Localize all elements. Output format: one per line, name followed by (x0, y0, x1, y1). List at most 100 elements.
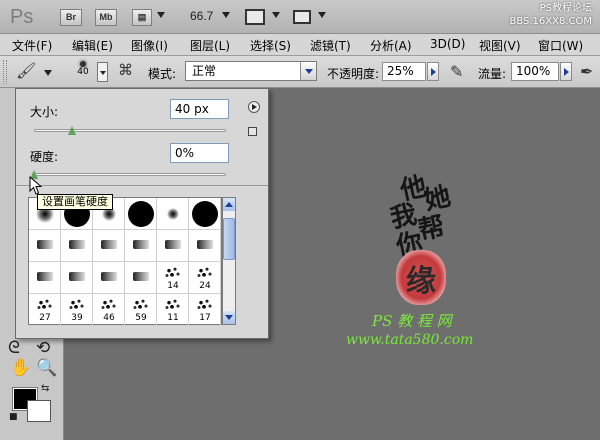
chevron-down-icon[interactable] (222, 12, 230, 18)
mode-select[interactable]: 正常 (185, 61, 317, 81)
brush-preset-cell[interactable] (61, 230, 93, 262)
lasso-tool-icon[interactable]: ᘓ (8, 338, 20, 358)
hardness-field[interactable]: 0% (170, 143, 229, 163)
brush-preset-cell[interactable]: 11 (157, 294, 189, 326)
brush-preset-cell[interactable]: 24 (189, 262, 221, 294)
opacity-slider-button[interactable] (427, 62, 439, 81)
scroll-thumb[interactable] (223, 218, 235, 260)
brush-preset-cell[interactable]: 14 (157, 262, 189, 294)
background-color-swatch[interactable] (27, 400, 51, 422)
preset-scrollbar[interactable] (222, 197, 236, 325)
menu-filter[interactable]: 滤镜(T) (310, 37, 351, 54)
mode-label: 模式: (148, 67, 177, 81)
brush-tip-icon (99, 297, 119, 311)
menu-view[interactable]: 视图(V) (479, 37, 521, 54)
menu-edit[interactable]: 编辑(E) (72, 37, 113, 54)
scroll-down-icon[interactable] (223, 311, 235, 324)
brush-preset-cell[interactable] (157, 230, 189, 262)
zoom-tool-icon[interactable]: 🔍 (36, 358, 57, 378)
menu-3d[interactable]: 3D(D) (430, 37, 465, 51)
extras-icon[interactable]: ▤ (132, 9, 152, 26)
brush-preset-cell[interactable] (29, 230, 61, 262)
opacity-label: 不透明度: (327, 67, 380, 81)
hardness-tooltip: 设置画笔硬度 (37, 194, 113, 210)
brush-preset-cell[interactable] (29, 262, 61, 294)
menu-select[interactable]: 选择(S) (250, 37, 291, 54)
pressure-opacity-icon[interactable]: ✎ (450, 62, 463, 81)
brush-preset-size: 24 (199, 281, 211, 291)
site-url-text: www.tata580.com (346, 332, 474, 348)
brush-preset-preview[interactable]: 40 (72, 59, 94, 85)
brush-preset-cell[interactable] (125, 262, 157, 294)
brush-picker-dropdown-button[interactable] (97, 62, 108, 82)
hardness-slider[interactable] (34, 173, 226, 176)
options-grip[interactable] (3, 60, 7, 84)
brush-preset-cell[interactable]: 39 (61, 294, 93, 326)
brush-preset-cell[interactable] (93, 262, 125, 294)
brush-tip-icon (35, 297, 55, 311)
menu-window[interactable]: 窗口(W) (538, 37, 583, 54)
menu-file[interactable]: 文件(F) (12, 37, 52, 54)
opacity-field[interactable]: 25% (382, 62, 426, 81)
brush-preset-cell[interactable]: 46 (93, 294, 125, 326)
zoom-level[interactable]: 66.7 (190, 9, 213, 23)
flow-slider-button[interactable] (560, 62, 572, 81)
hand-tool-icon[interactable]: ✋ (10, 358, 31, 378)
flow-label: 流量: (478, 67, 507, 81)
airbrush-icon[interactable]: ✒ (580, 62, 593, 81)
panel-menu-icon[interactable] (248, 101, 260, 113)
tool-preset-chevron-icon[interactable] (44, 70, 52, 76)
menu-image[interactable]: 图像(I) (131, 37, 168, 54)
chevron-down-icon (300, 62, 316, 80)
arrange-documents-icon[interactable] (245, 9, 265, 25)
brush-preset-cell[interactable] (93, 230, 125, 262)
flow-field[interactable]: 100% (511, 62, 559, 81)
brush-size-readout: 40 (77, 67, 89, 77)
size-slider[interactable] (34, 129, 226, 132)
brush-tip-icon (131, 297, 151, 311)
brush-tip-icon (37, 240, 53, 249)
chevron-down-icon[interactable] (318, 12, 326, 18)
brush-preset-cell[interactable]: 59 (125, 294, 157, 326)
brush-panel-toggle-icon[interactable]: ⌘ (118, 61, 133, 79)
brush-preset-cell[interactable] (189, 198, 221, 230)
scroll-up-icon[interactable] (223, 198, 235, 211)
mini-bridge-button[interactable]: Mb (95, 9, 117, 26)
brush-preset-cell[interactable] (125, 198, 157, 230)
menu-analysis[interactable]: 分析(A) (370, 37, 412, 54)
menu-layer[interactable]: 图层(L) (190, 37, 230, 54)
photoshop-logo: Ps (10, 6, 34, 28)
swap-colors-icon[interactable]: ⇆ (41, 383, 49, 394)
brush-preset-size: 14 (167, 281, 179, 291)
mouse-cursor-icon (29, 176, 43, 195)
new-preset-icon[interactable] (248, 127, 257, 136)
brush-preset-cell[interactable] (61, 262, 93, 294)
canvas-artwork: 他 她 我 帮 你 缘 PS 教 程 网 www.tata580.com (330, 160, 510, 360)
brush-preset-picker: 大小: 40 px 硬度: 0% 14 24 27 39 46 59 11 17 (15, 88, 269, 339)
brush-preset-cell[interactable] (189, 230, 221, 262)
bridge-button[interactable]: Br (60, 9, 82, 26)
application-bar: Ps Br Mb ▤ 66.7 PS教程论坛 BBS.16XX8.COM (0, 0, 600, 34)
chevron-down-icon[interactable] (272, 12, 280, 18)
brush-tip-icon (133, 240, 149, 249)
default-colors-icon[interactable]: ■ (9, 412, 18, 422)
brush-tip-icon (197, 240, 213, 249)
size-field[interactable]: 40 px (170, 99, 229, 119)
brush-preset-cell[interactable]: 17 (189, 294, 221, 326)
rotate-view-tool-icon[interactable]: ⟲ (36, 338, 50, 358)
brush-tip-icon (165, 240, 181, 249)
brush-preset-cell[interactable] (125, 230, 157, 262)
brush-preset-size: 39 (71, 313, 83, 323)
brush-tip-icon (127, 200, 154, 227)
size-slider-thumb[interactable] (68, 126, 77, 135)
size-label: 大小: (30, 105, 59, 119)
mode-value: 正常 (192, 64, 217, 78)
hardness-label: 硬度: (30, 150, 59, 164)
brush-tool-icon[interactable]: 🖌 (16, 61, 36, 80)
chevron-down-icon[interactable] (157, 12, 165, 18)
brush-tip-icon (69, 240, 85, 249)
brush-preset-grid: 14 24 27 39 46 59 11 17 (28, 197, 222, 326)
brush-preset-cell[interactable]: 27 (29, 294, 61, 326)
screen-mode-icon[interactable] (293, 10, 311, 24)
brush-preset-cell[interactable] (157, 198, 189, 230)
